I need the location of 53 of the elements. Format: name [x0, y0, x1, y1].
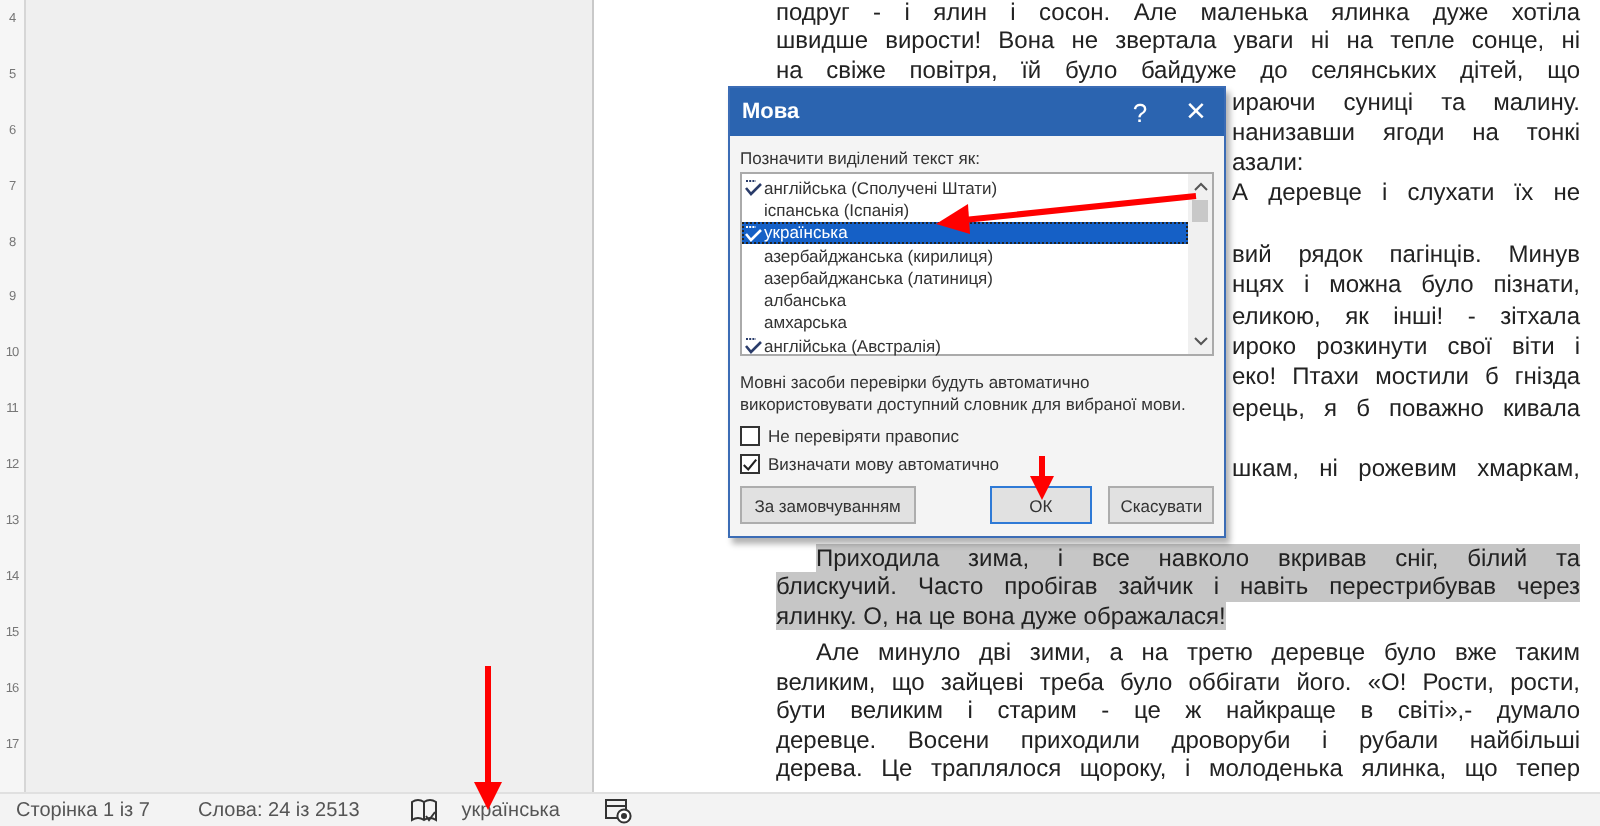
scroll-down-icon[interactable] — [1193, 336, 1207, 346]
language-indicator[interactable]: українська — [461, 799, 560, 821]
text-line: дерева. Це траплялося щороку, і молоденька ялинка, що тепер — [776, 754, 1580, 784]
text-line: бути великим і старим - це ж найкраще в світі»,- думало — [776, 696, 1580, 726]
text-line: великим, що зайцеві треба було оббігати його. «О! Рости, рости, — [776, 667, 1580, 697]
dialog-button[interactable]: ОК — [989, 486, 1093, 524]
spellcheck-icon — [744, 336, 762, 355]
checkbox-label[interactable]: Визначати мову автоматично — [768, 454, 999, 474]
text-line: деревце. Восени приходили дроворуби і рубали найбільші — [776, 725, 1580, 755]
dialog-button[interactable]: Скасувати — [1108, 486, 1215, 524]
scroll-thumb[interactable] — [1192, 200, 1208, 222]
macro-record-icon[interactable] — [603, 797, 632, 823]
text-line: швидше вирости! Вона не звертала уваги ні на тепле сонце, ні — [776, 26, 1580, 57]
text-line: нанизавши ягоди на тонкі — [1232, 117, 1580, 149]
close-button[interactable]: × — [1168, 88, 1224, 136]
book-check-icon[interactable] — [409, 797, 438, 823]
annotation-arrow — [1028, 456, 1056, 500]
text-line: азали: — [1232, 148, 1304, 179]
text-line: Але минуло дві зими, а на третю деревце було вже таким — [816, 638, 1580, 668]
text-line: нцях і можна було пізнати, — [1232, 270, 1580, 302]
checkbox[interactable] — [740, 454, 760, 474]
spellcheck-icon — [744, 178, 762, 197]
text-line: еко! Птахи мостили б гнізда — [1232, 362, 1580, 394]
dialog-button[interactable]: За замовчуванням — [740, 486, 916, 524]
text-line: вий рядок пагінців. Минув — [1232, 240, 1580, 271]
word-count[interactable]: Слова: 24 із 2513 — [197, 799, 360, 821]
language-item[interactable]: іспанська (Іспанія) — [742, 198, 1188, 222]
text-line: шкам, ні рожевим хмаркам, — [1232, 454, 1580, 485]
language-item[interactable]: українська — [742, 221, 1188, 244]
language-item[interactable]: азербайджанська (латиниця) — [742, 266, 1188, 289]
language-item[interactable]: амхарська — [742, 311, 1188, 335]
page-count[interactable]: Сторінка 1 із 7 — [16, 799, 150, 821]
scrollbar[interactable] — [1188, 174, 1212, 354]
checkbox[interactable] — [740, 426, 760, 446]
text-line: ироко розкинути свої віти і — [1232, 331, 1580, 363]
text-line: на свіже повітря, їй було байдуже до селянських дітей, що — [776, 56, 1580, 88]
info-text: Мовні засоби перевірки будуть автоматично використовувати доступний словник для вибраної мови. — [740, 372, 1188, 416]
help-button[interactable]: ? — [1112, 88, 1168, 136]
text-line: ираючи суниці та малину. — [1232, 87, 1580, 118]
text-line: ерець, я б поважно кивала — [1232, 393, 1580, 424]
language-item[interactable]: англійська (Австралія) — [742, 334, 1188, 357]
text-line: еликою, як інші! - зітхала — [1232, 301, 1580, 332]
language-listbox[interactable]: англійська (Сполучені Штати) іспанська (Іспанія) українська азербайджанська (кирилиця) азербайджанська (латиниця) албанська амхарська англійська (Австралія) — [740, 172, 1214, 356]
language-item[interactable]: азербайджанська (кирилиця) — [742, 243, 1188, 267]
text-line: А деревце і слухати їх не — [1232, 178, 1580, 210]
language-item[interactable]: албанська — [742, 288, 1188, 312]
spellcheck-icon — [744, 223, 762, 242]
checkbox-label[interactable]: Не перевіряти правопис — [768, 426, 959, 446]
language-item[interactable]: англійська (Сполучені Штати) — [742, 176, 1188, 199]
scroll-up-icon[interactable] — [1193, 182, 1207, 192]
text-line: подруг - і ялин і сосон. Але маленька ялинка дуже хотіла — [776, 0, 1580, 26]
list-label: Позначити виділений текст як: — [740, 148, 982, 168]
dialog-title: Мова — [742, 100, 800, 124]
